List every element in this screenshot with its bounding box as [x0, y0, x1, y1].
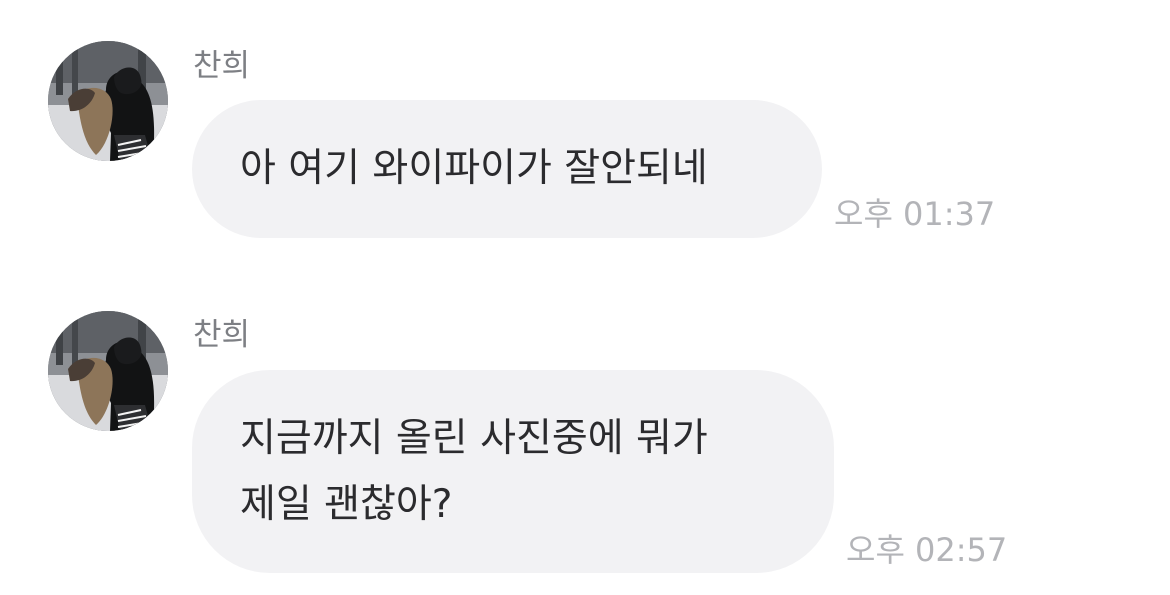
- avatar[interactable]: [48, 41, 168, 161]
- message-bubble[interactable]: 아 여기 와이파이가 잘안되네: [192, 100, 822, 238]
- message-text-line: 지금까지 올린 사진중에 뭐가: [240, 416, 708, 461]
- message-bubble[interactable]: 지금까지 올린 사진중에 뭐가 제일 괜찮아?: [192, 370, 834, 573]
- message-timestamp: 오후 01:37: [834, 195, 996, 233]
- sender-name: 찬희: [193, 48, 251, 84]
- avatar[interactable]: [48, 311, 168, 431]
- message-text-line: 제일 괜찮아?: [240, 482, 453, 527]
- message-timestamp: 오후 02:57: [846, 531, 1008, 569]
- sender-name: 찬희: [193, 317, 251, 353]
- message-text: 아 여기 와이파이가 잘안되네: [240, 146, 708, 191]
